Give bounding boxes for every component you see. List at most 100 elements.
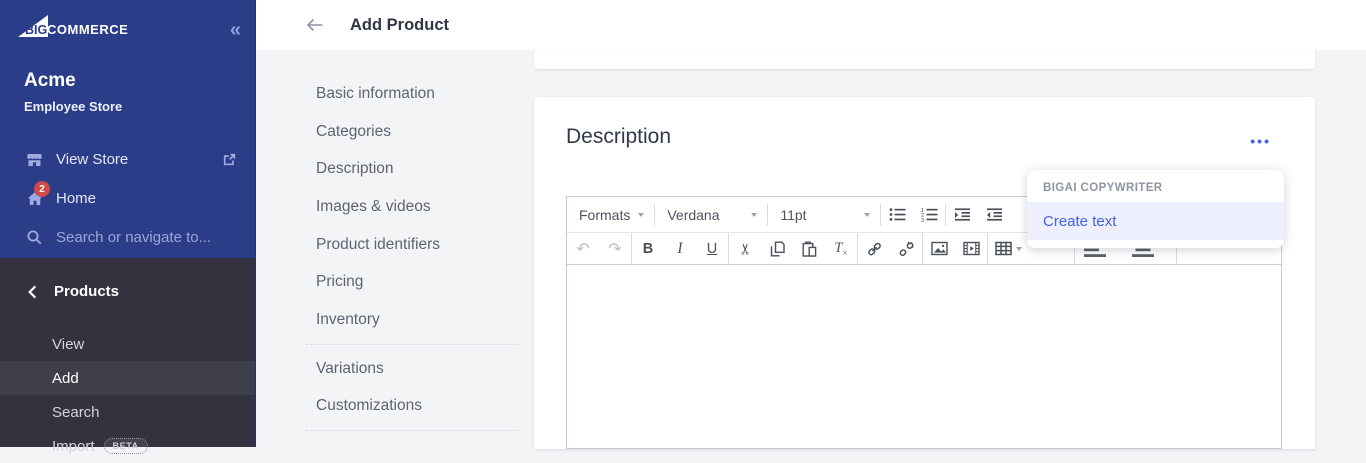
- search-placeholder: Search or navigate to...: [56, 229, 237, 246]
- sidebar-item-label: View Store: [56, 151, 222, 168]
- item-label: View: [52, 336, 84, 353]
- section-nav: Basic information Categories Description…: [306, 75, 518, 436]
- bigcommerce-logo: BIG COMMERCE: [16, 15, 136, 44]
- indent-button[interactable]: [946, 197, 978, 232]
- products-items: View Add Search Import BETA: [0, 327, 255, 463]
- paste-button[interactable]: [793, 233, 825, 264]
- outdent-icon: [986, 207, 1003, 222]
- image-icon: [931, 241, 948, 256]
- insert-image-button[interactable]: [923, 233, 955, 264]
- italic-button[interactable]: I: [664, 233, 696, 264]
- chevron-down-icon: [864, 213, 870, 217]
- store-name: Acme: [24, 70, 122, 92]
- products-panel: Products View Add Search Import BETA: [0, 258, 255, 447]
- section-link-inventory[interactable]: Inventory: [306, 301, 518, 339]
- divider: [306, 430, 518, 431]
- section-link-customizations[interactable]: Customizations: [306, 388, 518, 426]
- sidebar-item-products-import[interactable]: Import BETA: [0, 429, 255, 463]
- notification-badge: 2: [34, 181, 50, 197]
- copy-icon: [770, 241, 785, 257]
- insert-table-button[interactable]: [988, 233, 1028, 264]
- insert-link-button[interactable]: [858, 233, 890, 264]
- video-icon: [963, 241, 980, 256]
- underline-button[interactable]: U: [696, 233, 728, 264]
- cut-button[interactable]: ✂: [729, 233, 761, 264]
- section-link-categories[interactable]: Categories: [306, 113, 518, 151]
- indent-icon: [954, 207, 971, 222]
- bullet-list-icon: [889, 207, 906, 222]
- remove-link-button[interactable]: [890, 233, 922, 264]
- sidebar-item-label: Home: [56, 190, 237, 207]
- svg-text:3: 3: [921, 218, 924, 222]
- copywriter-menu-header: BIGAI COPYWRITER: [1027, 182, 1284, 202]
- bold-button[interactable]: B: [632, 233, 664, 264]
- chevron-left-icon: [28, 285, 37, 299]
- item-label: Search: [52, 404, 100, 421]
- main-content: Basic information Categories Description…: [256, 50, 1366, 447]
- svg-text:COMMERCE: COMMERCE: [47, 22, 128, 37]
- formats-select[interactable]: Formats: [567, 197, 654, 232]
- products-title: Products: [54, 283, 119, 300]
- section-link-description[interactable]: Description: [306, 150, 518, 188]
- arrow-left-icon: [306, 17, 324, 33]
- insert-video-button[interactable]: [955, 233, 987, 264]
- sidebar-item-products-search[interactable]: Search: [0, 395, 255, 429]
- sidebar-item-home[interactable]: 2 Home: [0, 179, 255, 218]
- page-title: Add Product: [350, 16, 449, 35]
- store-type-label: Employee Store: [24, 99, 122, 114]
- redo-button[interactable]: ↷: [599, 233, 631, 264]
- font-size-label: 11pt: [780, 207, 806, 223]
- link-icon: [866, 241, 883, 257]
- description-title: Description: [566, 125, 671, 149]
- sidebar-nav: View Store 2 Home Sear: [0, 140, 255, 257]
- bullet-list-button[interactable]: [881, 197, 913, 232]
- copywriter-menu: BIGAI COPYWRITER Create text: [1027, 170, 1284, 248]
- section-link-pricing[interactable]: Pricing: [306, 263, 518, 301]
- font-family-select[interactable]: Verdana: [655, 197, 767, 232]
- svg-text:BIG: BIG: [25, 23, 47, 37]
- ellipsis-menu-button[interactable]: •••: [1250, 134, 1271, 148]
- item-label: Add: [52, 370, 79, 387]
- app-root: BIG COMMERCE « Acme Employee Store View …: [0, 0, 1366, 447]
- sidebar-logo-row: BIG COMMERCE «: [16, 15, 241, 44]
- previous-card-bottom: [534, 50, 1315, 69]
- sidebar-item-products-add[interactable]: Add: [0, 361, 255, 395]
- underline-icon: U: [707, 241, 717, 257]
- create-text-menu-item[interactable]: Create text: [1027, 202, 1284, 240]
- section-link-product-identifiers[interactable]: Product identifiers: [306, 226, 518, 264]
- sidebar-item-products-view[interactable]: View: [0, 327, 255, 361]
- section-link-variations[interactable]: Variations: [306, 350, 518, 388]
- formats-label: Formats: [579, 207, 630, 223]
- sidebar-item-view-store[interactable]: View Store: [0, 140, 255, 179]
- clear-formatting-button[interactable]: T×: [825, 233, 857, 264]
- numbered-list-icon: 123: [921, 207, 938, 222]
- chevron-down-icon: [751, 213, 757, 217]
- page-header: Add Product: [256, 0, 1366, 50]
- external-link-icon: [222, 152, 237, 167]
- italic-icon: I: [677, 240, 682, 258]
- chevron-down-icon: [1016, 247, 1022, 251]
- sidebar: BIG COMMERCE « Acme Employee Store View …: [0, 0, 256, 447]
- section-link-basic-information[interactable]: Basic information: [306, 75, 518, 113]
- search-icon: [26, 229, 43, 246]
- editor-content-area[interactable]: [567, 264, 1281, 448]
- divider: [306, 344, 518, 345]
- section-link-images-videos[interactable]: Images & videos: [306, 188, 518, 226]
- font-family-label: Verdana: [667, 207, 719, 223]
- back-button[interactable]: [306, 17, 324, 33]
- item-label: Import: [52, 438, 95, 455]
- clear-formatting-icon: T×: [834, 240, 847, 258]
- outdent-button[interactable]: [978, 197, 1010, 232]
- unlink-icon: [898, 241, 915, 257]
- description-card: Description ••• Formats Verdana: [534, 97, 1315, 449]
- home-icon: 2: [26, 190, 43, 207]
- sidebar-item-products[interactable]: Products: [0, 258, 255, 300]
- paste-icon: [802, 241, 817, 257]
- sidebar-search[interactable]: Search or navigate to...: [0, 218, 255, 257]
- beta-badge: BETA: [104, 438, 148, 455]
- undo-button[interactable]: ↶: [567, 233, 599, 264]
- numbered-list-button[interactable]: 123: [913, 197, 945, 232]
- sidebar-collapse-button[interactable]: «: [230, 20, 241, 40]
- font-size-select[interactable]: 11pt: [768, 197, 880, 232]
- copy-button[interactable]: [761, 233, 793, 264]
